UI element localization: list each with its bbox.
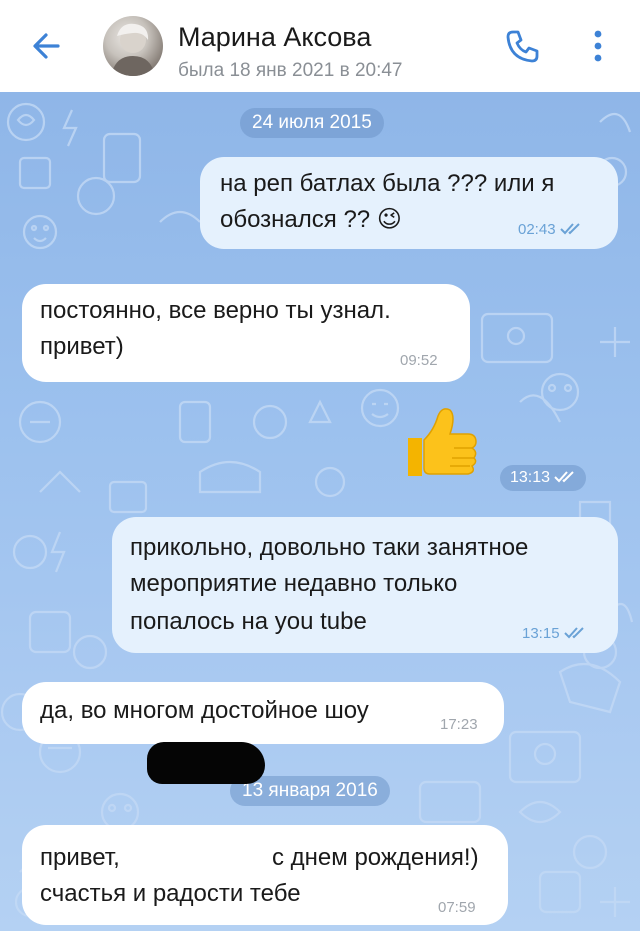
- message-text: постоянно, все верно ты узнал.: [40, 297, 391, 324]
- last-seen-status: была 18 янв 2021 в 20:47: [178, 60, 403, 81]
- message-time: 17:23: [440, 716, 478, 733]
- message-text: привет,: [40, 844, 120, 871]
- message-text: обознался ?? 😉: [220, 206, 402, 233]
- redaction-mark: [147, 742, 265, 784]
- arrow-left-icon[interactable]: [28, 26, 68, 66]
- message-text: мероприятие недавно только: [130, 570, 458, 597]
- message-text: прикольно, довольно таки занятное: [130, 534, 529, 561]
- message-bubble[interactable]: постоянно, все верно ты узнал. привет) 0…: [22, 284, 470, 382]
- double-check-icon: [559, 223, 580, 235]
- message-text: попалось на you tube: [130, 608, 367, 635]
- message-bubble[interactable]: на реп батлах была ??? или я обознался ?…: [200, 157, 618, 249]
- message-time: 02:43: [518, 221, 582, 239]
- message-text: привет): [40, 333, 124, 360]
- double-check-icon: [554, 471, 574, 483]
- message-bubble[interactable]: да, во многом достойное шоу 17:23: [22, 682, 504, 744]
- avatar[interactable]: [103, 16, 163, 76]
- message-text: на реп батлах была ??? или я: [220, 170, 555, 197]
- message-time: 13:15: [522, 625, 586, 643]
- double-check-icon: [563, 627, 584, 639]
- winking-face-emoji: 😉: [376, 206, 402, 233]
- message-text: счастья и радости тебе: [40, 880, 301, 907]
- phone-icon[interactable]: [502, 26, 542, 66]
- more-vertical-icon[interactable]: [584, 26, 612, 66]
- message-time: 07:59: [438, 899, 476, 916]
- message-bubble[interactable]: прикольно, довольно таки занятное меропр…: [112, 517, 618, 653]
- message-bubble[interactable]: привет, с днем рождения!) счастья и радо…: [22, 825, 508, 925]
- message-time: 13:13: [500, 465, 587, 491]
- contact-name[interactable]: Марина Аксова: [178, 22, 371, 53]
- chat-area[interactable]: 24 июля 2015 на реп батлах была ??? или …: [0, 92, 640, 931]
- date-separator: 24 июля 2015: [240, 108, 384, 138]
- thumbs-up-icon[interactable]: [400, 402, 480, 482]
- chat-header: Марина Аксова была 18 янв 2021 в 20:47: [0, 0, 640, 92]
- message-text: с днем рождения!): [272, 844, 479, 871]
- message-text: да, во многом достойное шоу: [40, 697, 369, 724]
- message-time: 09:52: [400, 352, 438, 369]
